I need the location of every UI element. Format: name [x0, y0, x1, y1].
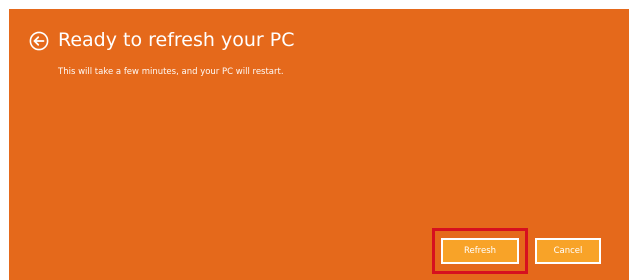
back-arrow-circle-icon [29, 31, 49, 51]
screen: Ready to refresh your PC This will take … [0, 0, 629, 280]
back-button[interactable] [29, 31, 49, 51]
page-subtitle: This will take a few minutes, and your P… [58, 67, 284, 77]
page-title: Ready to refresh your PC [58, 29, 295, 51]
refresh-button[interactable]: Refresh [441, 238, 519, 264]
cancel-button[interactable]: Cancel [535, 238, 601, 264]
refresh-pc-panel: Ready to refresh your PC This will take … [9, 9, 629, 280]
